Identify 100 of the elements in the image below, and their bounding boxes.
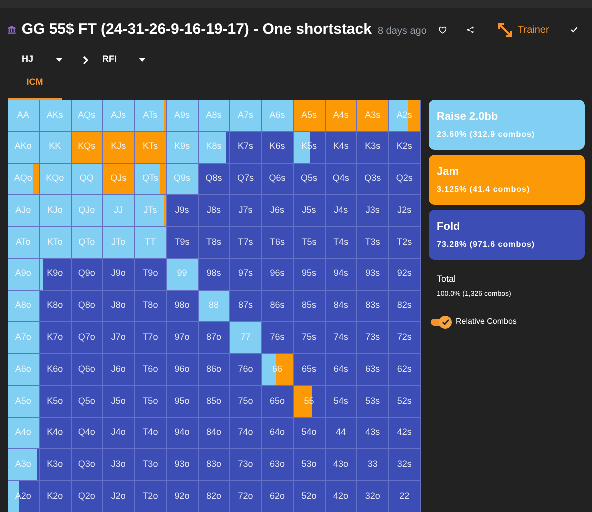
hand-cell: Q3o	[72, 449, 104, 482]
hand-cell: 22	[389, 481, 421, 512]
hand-cell: AQo	[8, 164, 40, 196]
trainer-button[interactable]: Trainer	[498, 22, 550, 38]
hand-cell: K8s	[198, 132, 230, 164]
toggle-switch[interactable]	[431, 315, 453, 329]
hand-cell: K7o	[40, 322, 72, 354]
hand-cell: 88	[198, 290, 230, 322]
action-label: Raise 2.0bb	[437, 110, 500, 126]
position-dropdown[interactable]: HJ	[22, 53, 63, 67]
diagonal-arrows-icon	[498, 23, 512, 37]
hand-cell: A5s	[294, 100, 326, 132]
hand-cell: K8o	[40, 290, 72, 322]
hand-cell: ATs	[135, 100, 167, 132]
hand-cell: J5s	[294, 195, 326, 228]
hand-cell: Q8o	[72, 290, 104, 322]
hand-cell: 82s	[389, 290, 421, 322]
hand-cell: 92s	[389, 258, 421, 291]
position-dropdown[interactable]: RFI	[102, 53, 146, 67]
hand-cell: Q7s	[230, 164, 262, 196]
hand-cell: K4s	[326, 132, 358, 164]
hand-cell: AJs	[103, 100, 136, 132]
hand-cell: 74o	[230, 418, 262, 450]
caret-down-icon	[139, 58, 146, 62]
hand-cell: A3o	[8, 449, 40, 482]
hand-cell: T6s	[262, 227, 294, 259]
hand-cell: 85s	[294, 290, 326, 322]
hand-cell: J6o	[103, 354, 136, 386]
hand-cell: J8o	[103, 290, 136, 322]
action-stats: 73.28% (971.6 combos)	[437, 238, 536, 251]
hand-cell: 42s	[389, 418, 421, 450]
hand-cell: T9o	[135, 258, 167, 291]
hand-cell: K6s	[262, 132, 294, 164]
hand-cell: Q3s	[357, 164, 390, 196]
hand-cell: Q5o	[72, 386, 104, 418]
hand-cell: 95s	[294, 258, 326, 291]
hand-cell: Q2s	[389, 164, 421, 196]
hand-cell: 83o	[198, 449, 230, 482]
hand-cell: A9s	[166, 100, 199, 132]
hand-cell: 64s	[326, 354, 358, 386]
hand-cell: 74s	[326, 322, 358, 354]
hand-cell: J4s	[326, 195, 358, 228]
hand-cell: 99	[166, 258, 199, 291]
hand-cell: Q5s	[294, 164, 326, 196]
hand-cell: 84o	[198, 418, 230, 450]
hand-cell: KQo	[40, 164, 72, 196]
hand-cell: ATo	[8, 227, 40, 259]
hand-cell: 93s	[357, 258, 390, 291]
hand-cell: 86s	[262, 290, 294, 322]
hand-cell: J3o	[103, 449, 136, 482]
hand-cell: T3s	[357, 227, 390, 259]
hand-cell: TT	[135, 227, 167, 259]
hand-cell: AJo	[8, 195, 40, 228]
hand-cell: 97s	[230, 258, 262, 291]
hand-cell: 85o	[198, 386, 230, 418]
hand-cell: KTs	[135, 132, 167, 164]
hand-cell: A6o	[8, 354, 40, 386]
hand-cell: 86o	[198, 354, 230, 386]
hand-cell: J9o	[103, 258, 136, 291]
action-stats: 23.60% (312.9 combos)	[437, 128, 536, 141]
hand-cell: 72o	[230, 481, 262, 512]
hand-cell: 98s	[198, 258, 230, 291]
hand-cell: Q4s	[326, 164, 358, 196]
hand-cell: QQ	[72, 164, 104, 196]
hand-cell: J2s	[389, 195, 421, 228]
action-label: Fold	[437, 220, 462, 236]
hand-cell: Q9s	[166, 164, 199, 196]
hand-cell: AKs	[40, 100, 72, 132]
hand-cell: QTo	[72, 227, 104, 259]
hand-cell: Q7o	[72, 322, 104, 354]
hand-cell: 44	[326, 418, 358, 450]
hand-cell: KK	[40, 132, 72, 164]
hand-cell: T7s	[230, 227, 262, 259]
hand-cell: 53s	[357, 386, 390, 418]
hand-cell: 54o	[294, 418, 326, 450]
hand-cell: T6o	[135, 354, 167, 386]
hand-cell: 63s	[357, 354, 390, 386]
hand-cell: A4s	[326, 100, 358, 132]
check-icon[interactable]	[571, 25, 578, 35]
hand-cell: 84s	[326, 290, 358, 322]
hand-cell: 93o	[166, 449, 199, 482]
hand-cell: K9s	[166, 132, 199, 164]
hand-cell: T3o	[135, 449, 167, 482]
hand-cell: 42o	[326, 481, 358, 512]
caret-down-icon	[56, 58, 63, 62]
hand-cell: K3o	[40, 449, 72, 482]
hand-cell: T8s	[198, 227, 230, 259]
hand-cell: J5o	[103, 386, 136, 418]
hand-cell: A8s	[198, 100, 230, 132]
hand-cell: A7o	[8, 322, 40, 354]
hand-cell: Q4o	[72, 418, 104, 450]
hand-cell: A5o	[8, 386, 40, 418]
hand-cell: 32o	[357, 481, 390, 512]
hand-cell: A4o	[8, 418, 40, 450]
hand-cell: AQs	[72, 100, 104, 132]
hand-cell: J2o	[103, 481, 136, 512]
hand-cell: 98o	[166, 290, 199, 322]
hand-cell: T2s	[389, 227, 421, 259]
hand-cell: 72s	[389, 322, 421, 354]
hand-cell: 97o	[166, 322, 199, 354]
